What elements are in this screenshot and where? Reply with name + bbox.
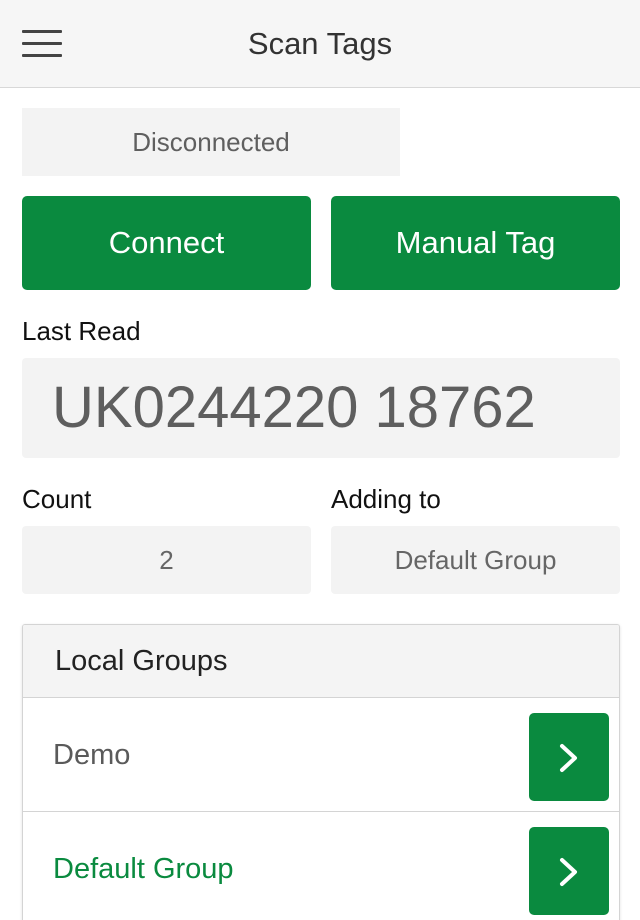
group-name: Demo (53, 739, 131, 771)
adding-to-label: Adding to (331, 484, 441, 514)
chevron-right-icon (560, 858, 577, 886)
group-row-demo[interactable]: Demo (23, 698, 619, 812)
connect-button[interactable]: Connect (22, 196, 311, 290)
open-group-button[interactable] (529, 827, 609, 915)
last-read-label: Last Read (22, 316, 141, 346)
connection-status: Disconnected (22, 108, 400, 176)
count-label: Count (22, 484, 92, 514)
page-title: Scan Tags (247, 26, 393, 61)
local-groups-panel: Local Groups Demo Default Group (22, 624, 620, 920)
group-row-default-group[interactable]: Default Group (23, 812, 619, 920)
chevron-right-icon (560, 744, 577, 772)
count-value: 2 (22, 526, 311, 594)
app-header: Scan Tags (0, 0, 640, 88)
group-name: Default Group (53, 853, 234, 885)
open-group-button[interactable] (529, 713, 609, 801)
manual-tag-button[interactable]: Manual Tag (331, 196, 620, 290)
last-read-value: UK0244220 18762 (22, 358, 620, 458)
local-groups-title: Local Groups (23, 625, 619, 698)
adding-to-value: Default Group (331, 526, 620, 594)
